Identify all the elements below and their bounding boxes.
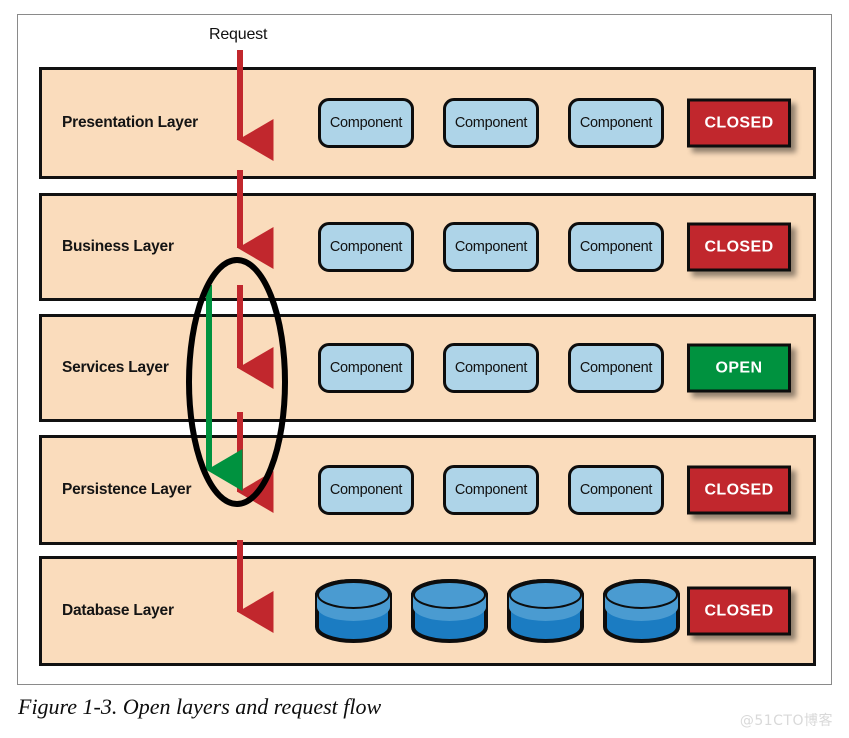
component-box[interactable]: Component (443, 343, 539, 393)
layer-label-business: Business Layer (62, 238, 174, 255)
component-box[interactable]: Component (443, 222, 539, 272)
component-box[interactable]: Component (318, 465, 414, 515)
layer-label-database: Database Layer (62, 602, 174, 619)
status-badge-persistence: CLOSED (687, 465, 791, 515)
layer-band-database: Database Layer CLOSED (39, 556, 816, 666)
database-cylinder-icon[interactable] (314, 578, 393, 644)
component-box[interactable]: Component (568, 465, 664, 515)
figure-caption: Figure 1-3. Open layers and request flow (18, 694, 382, 719)
component-box[interactable]: Component (568, 222, 664, 272)
status-badge-database: CLOSED (687, 586, 791, 636)
layer-label-services: Services Layer (62, 359, 169, 376)
component-box[interactable]: Component (318, 343, 414, 393)
database-row (314, 578, 681, 644)
database-cylinder-icon[interactable] (506, 578, 585, 644)
status-badge-business: CLOSED (687, 222, 791, 272)
component-row-presentation: Component Component Component (318, 98, 664, 148)
layer-band-services: Services Layer Component Component Compo… (39, 314, 816, 422)
component-row-business: Component Component Component (318, 222, 664, 272)
figure-frame: Request Presentation Layer Component Com… (17, 14, 832, 685)
layer-label-persistence: Persistence Layer (62, 481, 192, 498)
layer-label-presentation: Presentation Layer (62, 114, 198, 131)
component-row-persistence: Component Component Component (318, 465, 664, 515)
layer-band-persistence: Persistence Layer Component Component Co… (39, 435, 816, 545)
component-box[interactable]: Component (318, 222, 414, 272)
component-box[interactable]: Component (443, 465, 539, 515)
component-row-services: Component Component Component (318, 343, 664, 393)
database-cylinder-icon[interactable] (602, 578, 681, 644)
layer-band-business: Business Layer Component Component Compo… (39, 193, 816, 301)
status-badge-presentation: CLOSED (687, 98, 791, 148)
request-label: Request (209, 26, 268, 43)
status-badge-services: OPEN (687, 343, 791, 393)
component-box[interactable]: Component (568, 343, 664, 393)
layer-band-presentation: Presentation Layer Component Component C… (39, 67, 816, 179)
component-box[interactable]: Component (568, 98, 664, 148)
watermark: @51CTO博客 (739, 713, 833, 729)
component-box[interactable]: Component (443, 98, 539, 148)
component-box[interactable]: Component (318, 98, 414, 148)
database-cylinder-icon[interactable] (410, 578, 489, 644)
